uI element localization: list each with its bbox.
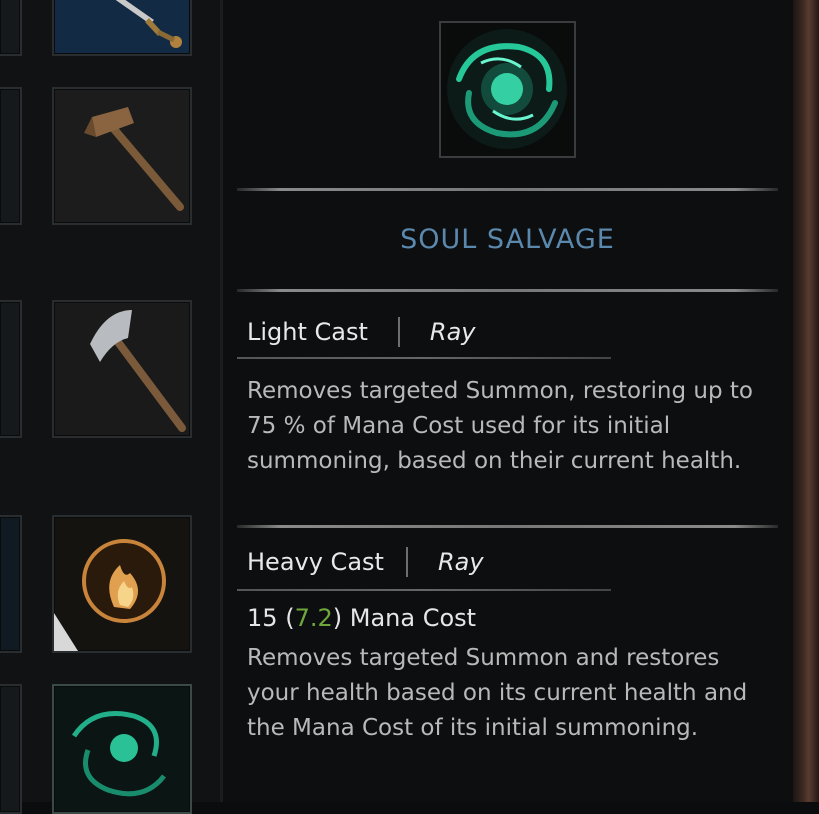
heavy-cast-mana-cost: 15 (7.2) Mana Cost [247, 604, 476, 632]
heavy-cast-label: Heavy Cast [247, 548, 384, 576]
inventory-slot[interactable] [0, 684, 22, 814]
divider [237, 289, 778, 292]
inventory-slot[interactable] [0, 87, 22, 225]
divider [237, 357, 611, 359]
light-cast-header: Light Cast Ray [247, 315, 476, 349]
inventory-slot[interactable] [0, 515, 22, 653]
heavy-cast-description: Removes targeted Summon and restores you… [247, 645, 748, 741]
inventory-slot-sword[interactable] [52, 0, 192, 56]
divider [237, 589, 611, 591]
inventory-slot-axe[interactable] [52, 300, 192, 438]
axe-icon [90, 310, 186, 432]
light-cast-description: Removes targeted Summon, restoring up to… [247, 378, 753, 474]
inventory-grid [0, 0, 222, 814]
character-preview [793, 0, 819, 802]
mana-label: Mana Cost [349, 604, 477, 632]
soul-salvage-vortex-icon [447, 29, 567, 149]
mana-close-paren: ) [332, 604, 343, 632]
skill-title: SOUL SALVAGE [400, 224, 615, 255]
light-cast-type: Ray [429, 318, 476, 346]
divider [237, 188, 778, 191]
light-cast-label: Light Cast [247, 318, 368, 346]
separator [397, 317, 400, 347]
inventory-slot-hammer[interactable] [52, 87, 192, 225]
mana-reduced-value: 7.2 [294, 604, 333, 632]
heavy-cast-header: Heavy Cast Ray [247, 545, 484, 579]
inventory-slot[interactable] [0, 0, 22, 56]
sword-icon [115, 0, 182, 48]
separator [405, 547, 408, 577]
hammer-icon [84, 107, 184, 211]
inventory-slot-fire-orb[interactable] [52, 515, 192, 653]
skill-icon-frame [439, 21, 576, 158]
divider [237, 525, 778, 528]
heavy-cast-type: Ray [437, 548, 484, 576]
inventory-slot[interactable] [0, 300, 22, 438]
fire-orb-icon [54, 539, 166, 651]
mana-open-paren: ( [285, 604, 295, 632]
inventory-slot-soul-salvage[interactable] [52, 684, 192, 814]
soul-salvage-vortex-icon [71, 711, 166, 797]
mana-value: 15 [247, 604, 278, 632]
